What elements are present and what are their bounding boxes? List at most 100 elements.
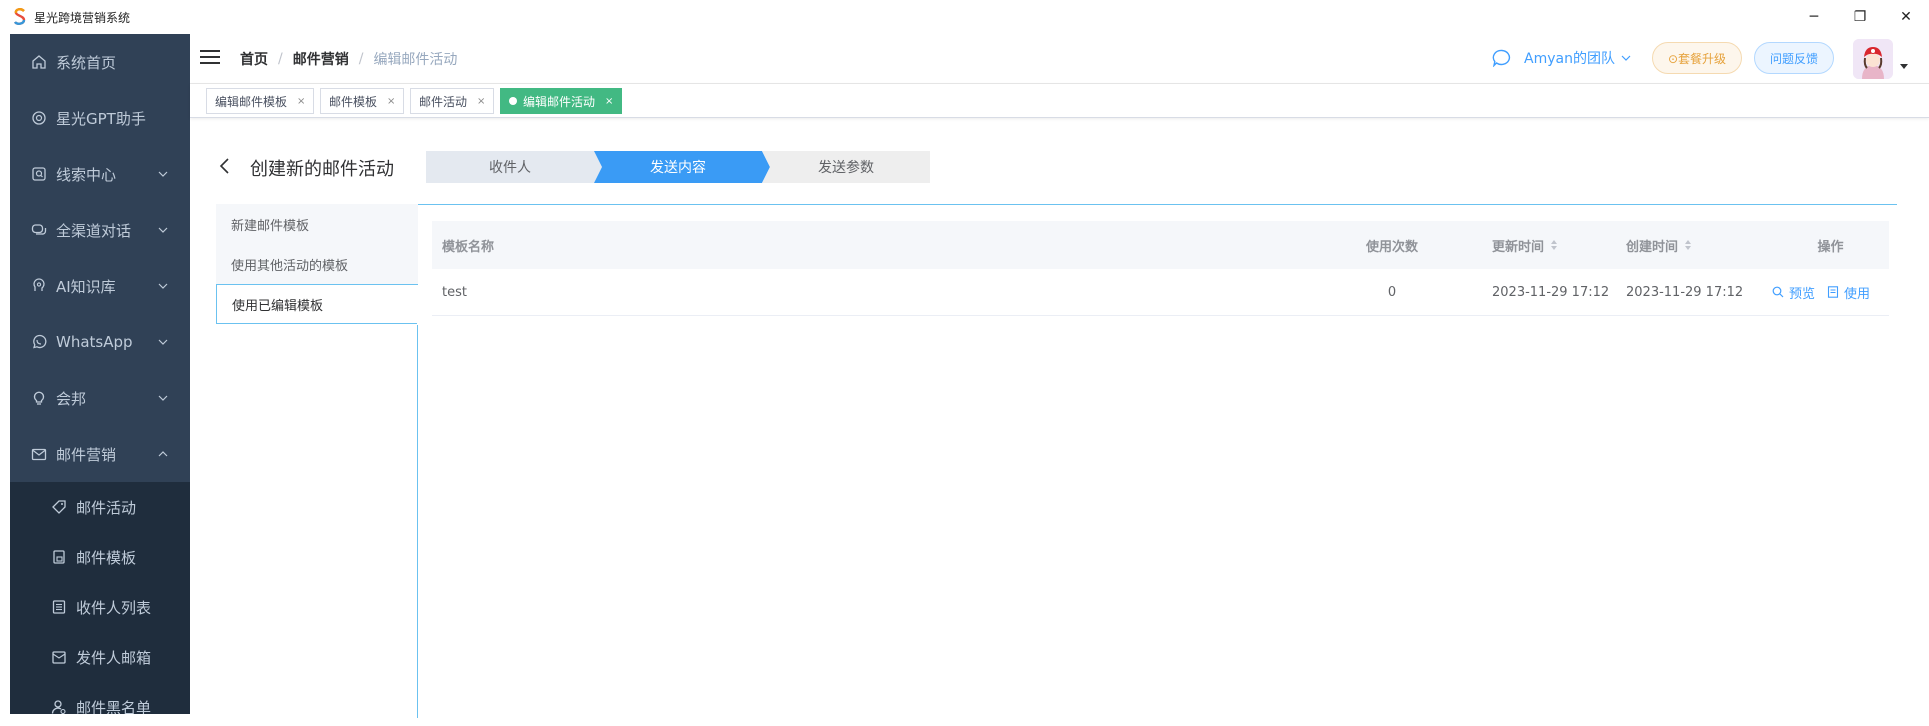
upgrade-plan-button[interactable]: ⊙套餐升级 xyxy=(1652,42,1742,74)
sidebar-subitem-blacklist[interactable]: 邮件黑名单 xyxy=(10,682,190,714)
close-window-button[interactable]: ✕ xyxy=(1883,0,1929,34)
document-icon xyxy=(1827,286,1839,298)
breadcrumb-email-marketing[interactable]: 邮件营销 xyxy=(293,49,349,69)
sidebar-item-leads[interactable]: 线索中心 xyxy=(10,146,190,202)
step-params[interactable]: 发送参数 xyxy=(762,151,930,183)
cell-ops: 预览 使用 xyxy=(1772,283,1889,302)
tag-label: 邮件活动 xyxy=(419,94,468,109)
page-title: 创建新的邮件活动 xyxy=(250,159,394,180)
sidebar-subitem-sender-mailbox[interactable]: 发件人邮箱 xyxy=(10,632,190,682)
chevron-down-icon xyxy=(1621,55,1631,61)
col-header-created[interactable]: 创建时间 xyxy=(1622,236,1772,255)
sidebar-subitem-label: 发件人邮箱 xyxy=(76,648,152,667)
sidebar-subitem-email-template[interactable]: 邮件模板 xyxy=(10,532,190,582)
search-icon xyxy=(1772,286,1784,298)
avatar-dropdown-caret-icon[interactable] xyxy=(1900,64,1908,69)
cell-updated-time: 2023-11-29 17:12 xyxy=(1492,284,1610,300)
breadcrumb-separator: / xyxy=(278,51,283,67)
preview-link[interactable]: 预览 xyxy=(1772,283,1815,302)
sidebar-item-label: 星光GPT助手 xyxy=(56,109,146,128)
chat-bubbles-icon xyxy=(30,221,48,239)
sidebar-item-email-marketing[interactable]: 邮件营销 xyxy=(10,426,190,482)
chevron-down-icon xyxy=(158,227,168,233)
tag-icon xyxy=(50,498,68,516)
list-icon xyxy=(50,598,68,616)
template-table: 模板名称 使用次数 更新时间 创建时间 操作 test 0 2023-11-29… xyxy=(432,221,1889,316)
sidebar-item-whatsapp[interactable]: WhatsApp xyxy=(10,314,190,370)
gpt-icon xyxy=(30,109,48,127)
template-source-tabs: 新建邮件模板 使用其他活动的模板 使用已编辑模板 xyxy=(216,204,418,324)
tag-email-campaign[interactable]: 邮件活动 × xyxy=(410,88,495,114)
feedback-button[interactable]: 问题反馈 xyxy=(1754,42,1834,74)
avatar[interactable] xyxy=(1853,39,1893,79)
tag-edit-email-campaign[interactable]: 编辑邮件活动 × xyxy=(500,88,623,114)
breadcrumb-separator: / xyxy=(358,51,364,67)
sidebar-subitem-label: 收件人列表 xyxy=(76,598,152,617)
col-header-updated-label: 更新时间 xyxy=(1492,239,1545,255)
col-header-created-label: 创建时间 xyxy=(1626,239,1679,255)
search-doc-icon xyxy=(30,165,48,183)
window-title-bar: 星光跨境营销系统 ─ ❐ ✕ xyxy=(0,0,1929,34)
app-title: 星光跨境营销系统 xyxy=(34,10,131,25)
sidebar-item-gpt[interactable]: 星光GPT助手 xyxy=(10,90,190,146)
chevron-down-icon xyxy=(158,171,168,177)
minimize-button[interactable]: ─ xyxy=(1791,0,1837,34)
team-switcher[interactable]: Amyan的团队 xyxy=(1492,48,1633,68)
breadcrumb-current: 编辑邮件活动 xyxy=(373,52,458,68)
tag-edit-email-template[interactable]: 编辑邮件模板 × xyxy=(206,88,315,114)
sidebar-item-huibang[interactable]: 会邦 xyxy=(10,370,190,426)
sidebar-item-home[interactable]: 系统首页 xyxy=(10,34,190,90)
breadcrumb: 首页 / 邮件营销 / 编辑邮件活动 xyxy=(240,49,457,69)
use-link[interactable]: 使用 xyxy=(1827,283,1870,302)
chat-icon xyxy=(1492,49,1511,67)
sidebar-item-label: 全渠道对话 xyxy=(56,221,132,240)
sort-icon[interactable] xyxy=(1684,239,1692,251)
tags-view: 编辑邮件模板 × 邮件模板 × 邮件活动 × 编辑邮件活动 × xyxy=(190,84,1929,118)
chevron-down-icon xyxy=(158,339,168,345)
sidebar-item-label: 系统首页 xyxy=(56,53,117,72)
chevron-down-icon xyxy=(158,283,168,289)
tag-close-icon[interactable]: × xyxy=(605,96,613,107)
col-header-count: 使用次数 xyxy=(1365,239,1418,255)
tab-other-campaign-template[interactable]: 使用其他活动的模板 xyxy=(216,244,418,284)
tag-close-icon[interactable]: × xyxy=(297,96,305,107)
active-dot-icon xyxy=(509,97,517,105)
col-header-updated[interactable]: 更新时间 xyxy=(1482,236,1622,255)
sidebar-item-label: WhatsApp xyxy=(56,333,133,351)
brain-icon xyxy=(30,277,48,295)
tag-email-template[interactable]: 邮件模板 × xyxy=(320,88,405,114)
table-row: test 0 2023-11-29 17:12 2023-11-29 17:12… xyxy=(432,269,1889,316)
whatsapp-icon xyxy=(30,333,48,351)
tag-label: 编辑邮件活动 xyxy=(523,94,596,109)
sort-icon[interactable] xyxy=(1550,239,1558,251)
step-content[interactable]: 发送内容 xyxy=(594,151,770,183)
back-arrow-icon[interactable] xyxy=(218,155,232,177)
sidebar-subitem-label: 邮件黑名单 xyxy=(76,698,152,715)
sidebar-subitem-label: 邮件活动 xyxy=(76,498,137,517)
mail-icon xyxy=(30,445,48,463)
sidebar-item-omnichannel[interactable]: 全渠道对话 xyxy=(10,202,190,258)
sidebar-item-knowledge[interactable]: AI知识库 xyxy=(10,258,190,314)
hamburger-menu-icon[interactable] xyxy=(200,49,220,65)
tag-close-icon[interactable]: × xyxy=(387,96,395,107)
tab-new-template[interactable]: 新建邮件模板 xyxy=(216,204,418,244)
chevron-down-icon xyxy=(158,395,168,401)
email-marketing-submenu: 邮件活动 邮件模板 收件人列表 发件人邮箱 邮件黑名单 xyxy=(10,482,190,714)
sidebar-subitem-email-campaign[interactable]: 邮件活动 xyxy=(10,482,190,532)
table-header: 模板名称 使用次数 更新时间 创建时间 操作 xyxy=(432,221,1889,269)
restore-button[interactable]: ❐ xyxy=(1837,0,1883,34)
cell-created-time: 2023-11-29 17:12 xyxy=(1626,284,1744,300)
sidebar-subitem-label: 邮件模板 xyxy=(76,548,137,567)
sidebar-subitem-recipient-list[interactable]: 收件人列表 xyxy=(10,582,190,632)
step-recipients[interactable]: 收件人 xyxy=(426,151,602,183)
tag-label: 编辑邮件模板 xyxy=(215,94,288,109)
tag-close-icon[interactable]: × xyxy=(477,96,485,107)
step-label: 发送参数 xyxy=(818,159,874,176)
breadcrumb-home[interactable]: 首页 xyxy=(240,49,268,69)
home-icon xyxy=(30,53,48,71)
col-header-name: 模板名称 xyxy=(442,239,495,255)
step-label: 发送内容 xyxy=(650,159,706,176)
tab-edited-template[interactable]: 使用已编辑模板 xyxy=(216,284,418,324)
cell-use-count: 0 xyxy=(1387,284,1397,300)
step-label: 收件人 xyxy=(489,160,531,176)
